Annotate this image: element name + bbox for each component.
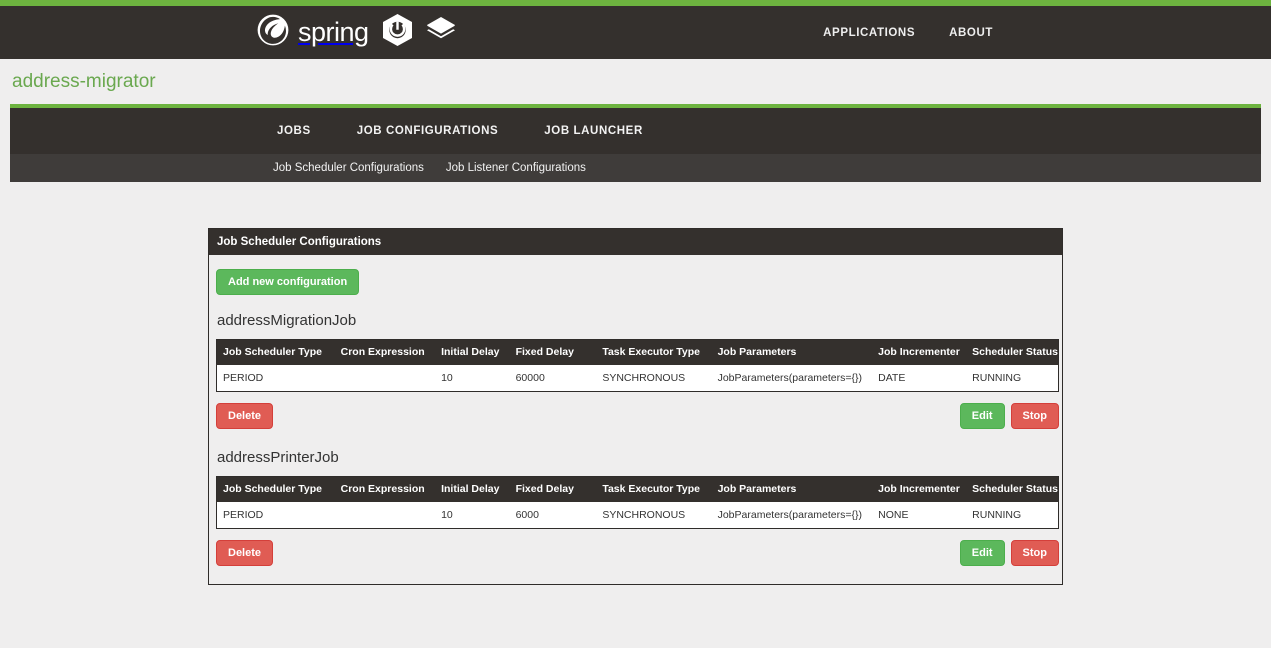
column-header-cron-expression: Cron Expression (334, 339, 436, 365)
column-header-cron-expression: Cron Expression (334, 476, 436, 502)
job-scheduler-configurations-panel: Job Scheduler Configurations Add new con… (208, 228, 1063, 586)
cell-job-parameters: JobParameters(parameters={}) (711, 364, 873, 392)
column-header-scheduler-status: Scheduler Status (966, 476, 1059, 502)
column-header-task-executor-type: Task Executor Type (596, 339, 712, 365)
table-header-row: Job Scheduler Type Cron Expression Initi… (216, 339, 1059, 365)
masthead: spring APPLICATIONS ABOUT (0, 6, 1271, 59)
nav-item-jobs[interactable]: JOBS (277, 125, 311, 137)
spring-boot-icon[interactable] (382, 14, 412, 51)
nav-wrap: JOBS JOB CONFIGURATIONS JOB LAUNCHER Job… (0, 104, 1271, 182)
brand-group: spring (256, 6, 456, 59)
action-right-group: Edit Stop (959, 403, 1059, 430)
column-header-job-scheduler-type: Job Scheduler Type (216, 339, 335, 365)
cell-job-parameters: JobParameters(parameters={}) (711, 501, 873, 529)
job-scheduler-config-table: Job Scheduler Type Cron Expression Initi… (216, 476, 1059, 530)
page-title: address-migrator (12, 70, 156, 92)
job-name: addressMigrationJob (217, 312, 357, 330)
cell-job-incrementer: NONE (872, 501, 967, 529)
subnav-item-job-listener-configurations[interactable]: Job Listener Configurations (446, 162, 586, 174)
column-header-job-parameters: Job Parameters (711, 339, 873, 365)
delete-button[interactable]: Delete (216, 403, 274, 430)
cell-task-executor-type: SYNCHRONOUS (596, 501, 712, 529)
column-header-scheduler-status: Scheduler Status (966, 339, 1059, 365)
cell-job-scheduler-type: PERIOD (216, 364, 335, 392)
layers-stack-icon[interactable] (426, 16, 456, 49)
column-header-initial-delay: Initial Delay (435, 476, 510, 502)
cell-scheduler-status: RUNNING (966, 501, 1059, 529)
edit-button[interactable]: Edit (959, 540, 1005, 567)
cell-cron-expression (334, 364, 436, 392)
column-header-job-incrementer: Job Incrementer (872, 339, 967, 365)
cell-fixed-delay: 6000 (509, 501, 597, 529)
cell-job-scheduler-type: PERIOD (216, 501, 335, 529)
column-header-initial-delay: Initial Delay (435, 339, 510, 365)
table-row: PERIOD 10 6000 SYNCHRONOUS JobParameters… (216, 501, 1059, 529)
column-header-job-parameters: Job Parameters (711, 476, 873, 502)
column-header-job-scheduler-type: Job Scheduler Type (216, 476, 335, 502)
job-name: addressPrinterJob (217, 449, 339, 467)
delete-button[interactable]: Delete (216, 540, 274, 567)
edit-button[interactable]: Edit (959, 403, 1005, 430)
stop-button[interactable]: Stop (1010, 403, 1059, 430)
spring-logo-link[interactable]: spring (256, 13, 369, 52)
primary-nav: JOBS JOB CONFIGURATIONS JOB LAUNCHER (10, 104, 1261, 154)
cell-cron-expression (334, 501, 436, 529)
cell-scheduler-status: RUNNING (966, 364, 1059, 392)
action-row: Delete Edit Stop (216, 403, 1059, 430)
stop-button[interactable]: Stop (1010, 540, 1059, 567)
cell-job-incrementer: DATE (872, 364, 967, 392)
action-row: Delete Edit Stop (216, 540, 1059, 567)
spring-wordmark: spring (298, 17, 369, 47)
nav-item-job-launcher[interactable]: JOB LAUNCHER (544, 125, 643, 137)
job-scheduler-config-table: Job Scheduler Type Cron Expression Initi… (216, 339, 1059, 393)
masthead-nav: APPLICATIONS ABOUT (823, 6, 993, 59)
spring-leaf-icon (256, 13, 290, 52)
action-right-group: Edit Stop (959, 540, 1059, 567)
column-header-fixed-delay: Fixed Delay (509, 339, 597, 365)
column-header-fixed-delay: Fixed Delay (509, 476, 597, 502)
add-new-configuration-button[interactable]: Add new configuration (216, 269, 360, 296)
panel-heading: Job Scheduler Configurations (209, 229, 1062, 255)
subnav-item-job-scheduler-configurations[interactable]: Job Scheduler Configurations (273, 162, 424, 174)
table-header-row: Job Scheduler Type Cron Expression Initi… (216, 476, 1059, 502)
cell-fixed-delay: 60000 (509, 364, 597, 392)
nav-item-job-configurations[interactable]: JOB CONFIGURATIONS (357, 125, 499, 137)
masthead-nav-about[interactable]: ABOUT (949, 27, 993, 39)
cell-initial-delay: 10 (435, 364, 510, 392)
panel-body: Add new configuration addressMigrationJo… (209, 255, 1062, 584)
app-title-bar: address-migrator (0, 59, 1271, 104)
table-row: PERIOD 10 60000 SYNCHRONOUS JobParameter… (216, 364, 1059, 392)
job-block: addressMigrationJob Job Scheduler Type C… (216, 312, 1059, 430)
masthead-nav-applications[interactable]: APPLICATIONS (823, 27, 915, 39)
cell-task-executor-type: SYNCHRONOUS (596, 364, 712, 392)
column-header-job-incrementer: Job Incrementer (872, 476, 967, 502)
column-header-task-executor-type: Task Executor Type (596, 476, 712, 502)
cell-initial-delay: 10 (435, 501, 510, 529)
panel-area: Job Scheduler Configurations Add new con… (0, 182, 1271, 586)
secondary-nav: Job Scheduler Configurations Job Listene… (10, 154, 1261, 182)
job-block: addressPrinterJob Job Scheduler Type Cro… (216, 449, 1059, 567)
